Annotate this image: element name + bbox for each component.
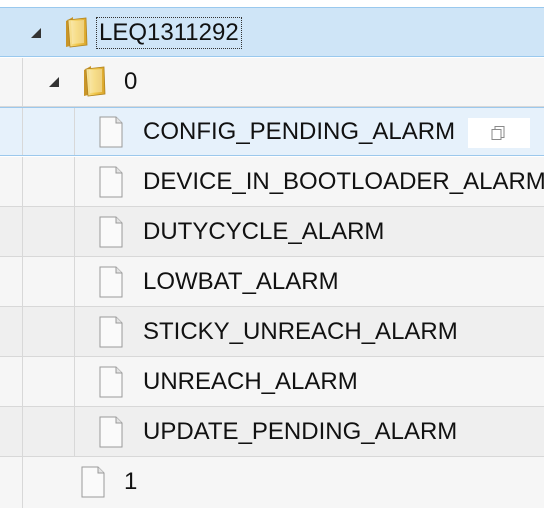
indent-divider xyxy=(22,58,23,106)
file-icon xyxy=(98,116,124,148)
tree-row-alarm[interactable]: STICKY_UNREACH_ALARM xyxy=(0,307,544,357)
tree-row-channel-0[interactable]: 0 xyxy=(0,58,544,107)
file-icon xyxy=(98,266,124,298)
indent-divider xyxy=(22,307,23,356)
tree-node-label[interactable]: DEVICE_IN_BOOTLOADER_ALARM xyxy=(143,168,544,196)
indent-divider xyxy=(22,207,23,256)
tree-node-label[interactable]: 1 xyxy=(124,468,137,496)
folder-icon xyxy=(62,15,90,49)
indent-divider xyxy=(22,407,23,456)
tree-row-alarm[interactable]: CONFIG_PENDING_ALARM xyxy=(0,107,544,156)
tree-node-label[interactable]: CONFIG_PENDING_ALARM xyxy=(143,118,455,146)
tree-node-label[interactable]: LEQ1311292 xyxy=(96,17,242,49)
indent-divider xyxy=(74,157,75,206)
indent-divider xyxy=(22,457,23,508)
tree-row-alarm[interactable]: UNREACH_ALARM xyxy=(0,357,544,407)
indent-divider xyxy=(22,357,23,406)
tree-row-alarm[interactable]: LOWBAT_ALARM xyxy=(0,257,544,307)
tree-row-channel-1[interactable]: 1 xyxy=(0,457,544,508)
tree-row-alarm[interactable]: DEVICE_IN_BOOTLOADER_ALARM xyxy=(0,157,544,207)
indent-divider xyxy=(22,257,23,306)
indent-divider xyxy=(74,207,75,256)
copy-button[interactable] xyxy=(468,118,530,148)
file-icon xyxy=(98,216,124,248)
indent-divider xyxy=(74,108,75,155)
collapse-toggle-icon[interactable] xyxy=(30,26,44,40)
tree-row-device[interactable]: LEQ1311292 xyxy=(0,7,544,57)
file-icon xyxy=(98,166,124,198)
copy-icon xyxy=(490,125,506,141)
tree-row-alarm[interactable]: UPDATE_PENDING_ALARM xyxy=(0,407,544,457)
object-tree: LEQ1311292 0 CONFIG_PENDING_ALARM DEVICE… xyxy=(0,0,544,508)
indent-divider xyxy=(22,157,23,206)
tree-node-label[interactable]: LOWBAT_ALARM xyxy=(143,268,339,296)
collapse-toggle-icon[interactable] xyxy=(48,75,62,89)
indent-divider xyxy=(74,407,75,456)
indent-divider xyxy=(74,257,75,306)
tree-node-label[interactable]: DUTYCYCLE_ALARM xyxy=(143,218,384,246)
tree-node-label[interactable]: UPDATE_PENDING_ALARM xyxy=(143,418,457,446)
folder-icon xyxy=(80,64,108,98)
indent-divider xyxy=(74,307,75,356)
tree-row-alarm[interactable]: DUTYCYCLE_ALARM xyxy=(0,207,544,257)
indent-divider xyxy=(74,357,75,406)
tree-node-label[interactable]: STICKY_UNREACH_ALARM xyxy=(143,318,458,346)
file-icon xyxy=(98,366,124,398)
tree-node-label[interactable]: 0 xyxy=(124,68,137,96)
file-icon xyxy=(98,416,124,448)
indent-divider xyxy=(22,108,23,155)
tree-node-label[interactable]: UNREACH_ALARM xyxy=(143,368,358,396)
file-icon xyxy=(98,316,124,348)
file-icon xyxy=(80,466,106,498)
